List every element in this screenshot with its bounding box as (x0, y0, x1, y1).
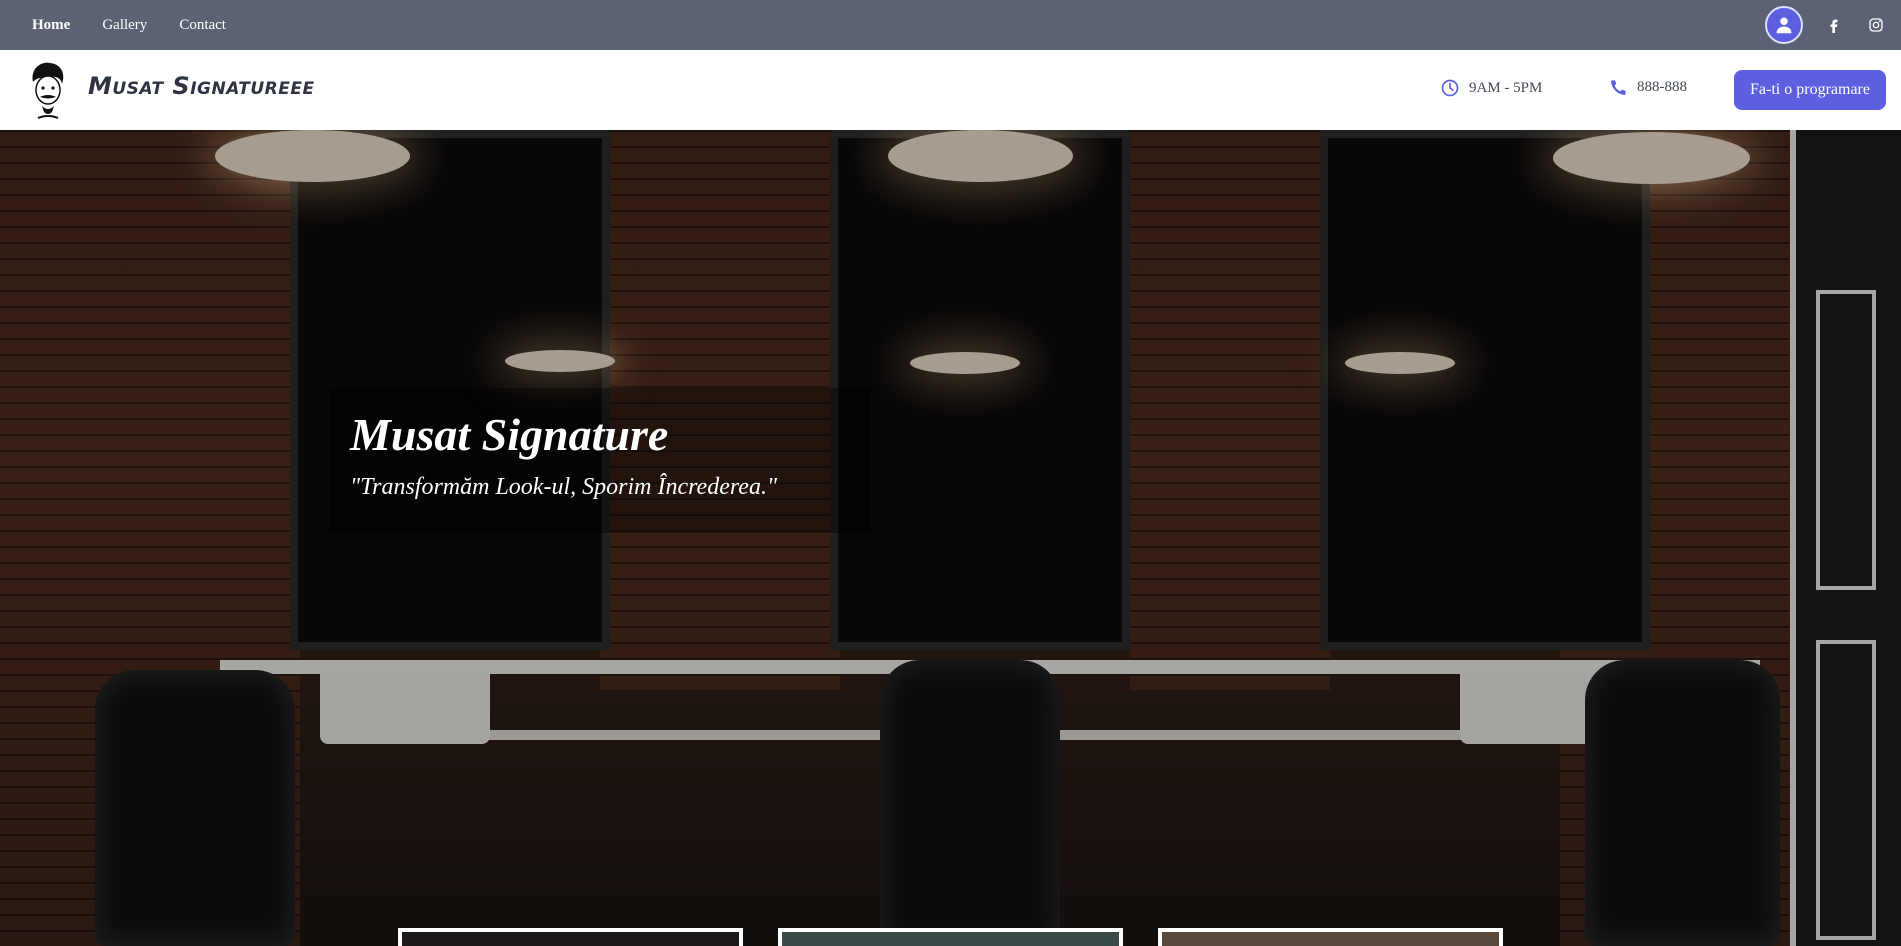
site-header: Musat Signatureee 9AM - 5PM 888-888 Fa-t… (0, 50, 1901, 130)
service-card[interactable] (1158, 928, 1503, 946)
nav-link-contact[interactable]: Contact (179, 17, 226, 34)
user-icon (1776, 17, 1792, 34)
phone-icon (1611, 80, 1626, 95)
top-navigation-bar: Home Gallery Contact (0, 0, 1901, 50)
user-account-button[interactable] (1765, 6, 1803, 44)
service-card[interactable] (398, 928, 743, 946)
brand-name[interactable]: Musat Signatureee (88, 72, 315, 100)
facebook-icon (1830, 19, 1838, 33)
phone-contact[interactable]: 888-888 (1610, 79, 1687, 96)
opening-hours: 9AM - 5PM (1441, 79, 1542, 97)
nav-link-gallery[interactable]: Gallery (102, 17, 147, 34)
nav-link-home[interactable]: Home (32, 17, 70, 34)
barber-face-logo[interactable] (28, 60, 68, 120)
hours-text: 9AM - 5PM (1469, 79, 1543, 96)
main-nav: Home Gallery Contact (32, 0, 226, 50)
top-right-actions (1765, 0, 1901, 50)
phone-text: 888-888 (1637, 79, 1687, 95)
facebook-link[interactable] (1817, 8, 1851, 42)
hero-subtitle: "Transformăm Look-ul, Sporim Încrederea.… (350, 474, 778, 500)
clock-icon (1441, 79, 1459, 97)
hero-title: Musat Signature (350, 409, 669, 460)
book-appointment-button[interactable]: Fa-ti o programare (1734, 70, 1886, 110)
instagram-link[interactable] (1859, 8, 1893, 42)
service-card[interactable] (778, 928, 1123, 946)
hero-overlay (0, 130, 1901, 946)
hero-banner-image: Musat Signature "Transformăm Look-ul, Sp… (0, 130, 1901, 946)
instagram-icon (1869, 18, 1883, 32)
